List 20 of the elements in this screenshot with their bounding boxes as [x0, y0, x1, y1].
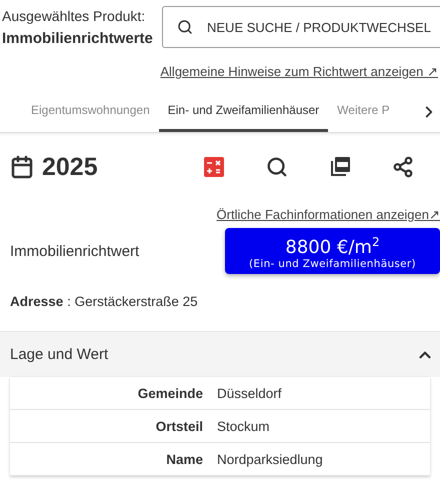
value-amount: 8800 €/m$^{2}$ — [285, 234, 380, 258]
tab[interactable]: Ein- und Zweifamilienhäuser — [158, 91, 328, 132]
row-label: Gemeinde — [136, 386, 203, 400]
year: 2025 — [42, 152, 98, 182]
tab[interactable]: Weitere P — [328, 91, 399, 132]
row-label: Ortsteil — [154, 418, 203, 434]
row-label: Name — [165, 452, 203, 466]
tab[interactable]: Eigentumswohnungen — [22, 91, 159, 132]
address: Adresse : Gerstäckerstraße 25 — [9, 293, 199, 309]
local-info-link[interactable]: Örtliche Fachinformationen anzeigen↗ — [216, 207, 440, 222]
product-name: Immobilienrichtwerte — [2, 30, 153, 46]
row-value: Düsseldorf — [217, 386, 283, 400]
value-category: (Ein- und Zweifamilienhäuser) — [249, 258, 416, 270]
section-header[interactable]: Lage und Wert — [0, 331, 440, 377]
new-search-button[interactable]: NEUE SUCHE / PRODUKTWECHSEL — [162, 6, 440, 48]
value-label: Immobilienrichtwert — [10, 242, 140, 260]
row-value: Nordparksiedlung — [217, 452, 324, 466]
row-value: Stockum — [217, 418, 271, 434]
product-label: Ausgewähltes Produkt: — [2, 8, 146, 24]
general-info-link[interactable]: Allgemeine Hinweise zum Richtwert anzeigen ↗ — [160, 64, 438, 79]
